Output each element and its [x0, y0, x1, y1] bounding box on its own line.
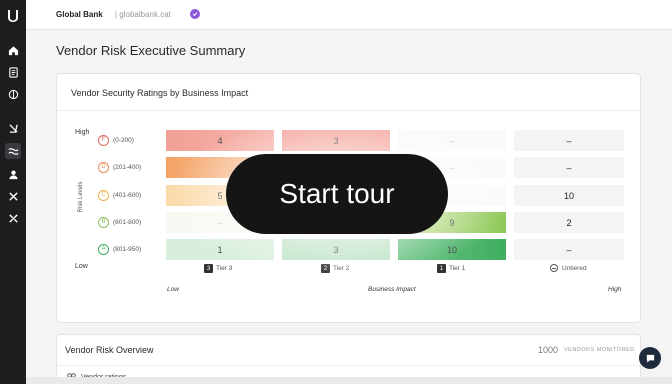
tier-label: Tier 2: [333, 265, 350, 272]
matrix-cell[interactable]: 1: [166, 239, 274, 260]
x-axis-low-label: Low: [167, 286, 179, 293]
app-logo[interactable]: [6, 9, 20, 23]
matrix-cell[interactable]: 3: [282, 130, 390, 151]
document-icon[interactable]: [5, 64, 21, 80]
integrations-icon[interactable]: [5, 210, 21, 226]
matrix-cell[interactable]: 3: [282, 239, 390, 260]
verified-check-icon: [190, 9, 200, 19]
x-axis-high-label: High: [608, 286, 622, 293]
column-label-tier-3: 3 Tier 3: [204, 264, 232, 273]
y-axis-high-label: High: [75, 129, 90, 136]
sidebar: [0, 0, 26, 384]
range-label: (801-950): [113, 245, 142, 253]
user-icon[interactable]: [5, 166, 21, 182]
shield-icon[interactable]: [5, 86, 21, 102]
tier-number-box: 3: [204, 264, 213, 273]
matrix-cell[interactable]: 10: [514, 185, 624, 206]
page-title: Vendor Risk Executive Summary: [56, 43, 246, 58]
untiered-icon: [550, 264, 558, 272]
tier-number-box: 1: [437, 264, 446, 273]
grade-badge: B: [98, 216, 109, 228]
top-bar: Global Bank | globalbank.cat: [26, 0, 672, 30]
vendors-count: 1000: [538, 345, 559, 355]
column-label-tier-1: 1 Tier 1: [437, 264, 465, 273]
column-label-untiered: Untiered: [550, 264, 587, 272]
tier-label: Tier 3: [216, 265, 233, 272]
range-label: (0-200): [113, 136, 134, 144]
row-label-b: B (601-800): [98, 212, 141, 232]
tools-icon[interactable]: [5, 188, 21, 204]
tier-label: Tier 1: [449, 265, 466, 272]
grade-badge: D: [98, 161, 109, 173]
matrix-cell[interactable]: –: [398, 130, 506, 151]
grade-badge: C: [98, 189, 109, 201]
chat-icon: [646, 354, 654, 363]
row-label-c: C (401-600): [98, 185, 141, 205]
divider: [57, 365, 640, 366]
matrix-cell[interactable]: 2: [514, 212, 624, 233]
matrix-cell[interactable]: 4: [166, 130, 274, 151]
range-label: (401-600): [113, 191, 142, 199]
x-axis-title: Business Impact: [368, 286, 416, 293]
grade-badge: A: [98, 243, 109, 255]
vendor-risk-icon[interactable]: [5, 143, 21, 159]
card-title: Vendor Security Ratings by Business Impa…: [71, 88, 249, 98]
org-name[interactable]: Global Bank: [56, 10, 103, 19]
y-axis-title: Risk Levels: [78, 181, 84, 213]
chat-support-button[interactable]: [639, 347, 661, 369]
range-label: (601-800): [113, 218, 142, 226]
home-icon[interactable]: [5, 42, 21, 58]
column-label-tier-2: 2 Tier 2: [321, 264, 349, 273]
row-label-f: F (0-200): [98, 130, 134, 150]
row-label-d: D (201-400): [98, 157, 141, 177]
vendors-count-label: VENDORS MONITORED: [564, 347, 635, 353]
range-label: (201-400): [113, 163, 142, 171]
matrix-cell[interactable]: –: [514, 130, 624, 151]
tier-label: Untiered: [562, 264, 587, 272]
matrix-cell[interactable]: –: [514, 239, 624, 260]
org-domain: | globalbank.cat: [115, 10, 171, 19]
y-axis-low-label: Low: [75, 263, 88, 270]
overview-title: Vendor Risk Overview: [65, 345, 154, 355]
grade-badge: F: [98, 134, 109, 146]
row-label-a: A (801-950): [98, 239, 141, 259]
bottom-strip: [26, 377, 672, 384]
matrix-cell[interactable]: –: [514, 157, 624, 178]
tier-number-box: 2: [321, 264, 330, 273]
start-tour-button[interactable]: Start tour: [226, 154, 448, 234]
matrix-cell[interactable]: 10: [398, 239, 506, 260]
alert-icon[interactable]: [5, 120, 21, 136]
divider: [57, 110, 640, 111]
